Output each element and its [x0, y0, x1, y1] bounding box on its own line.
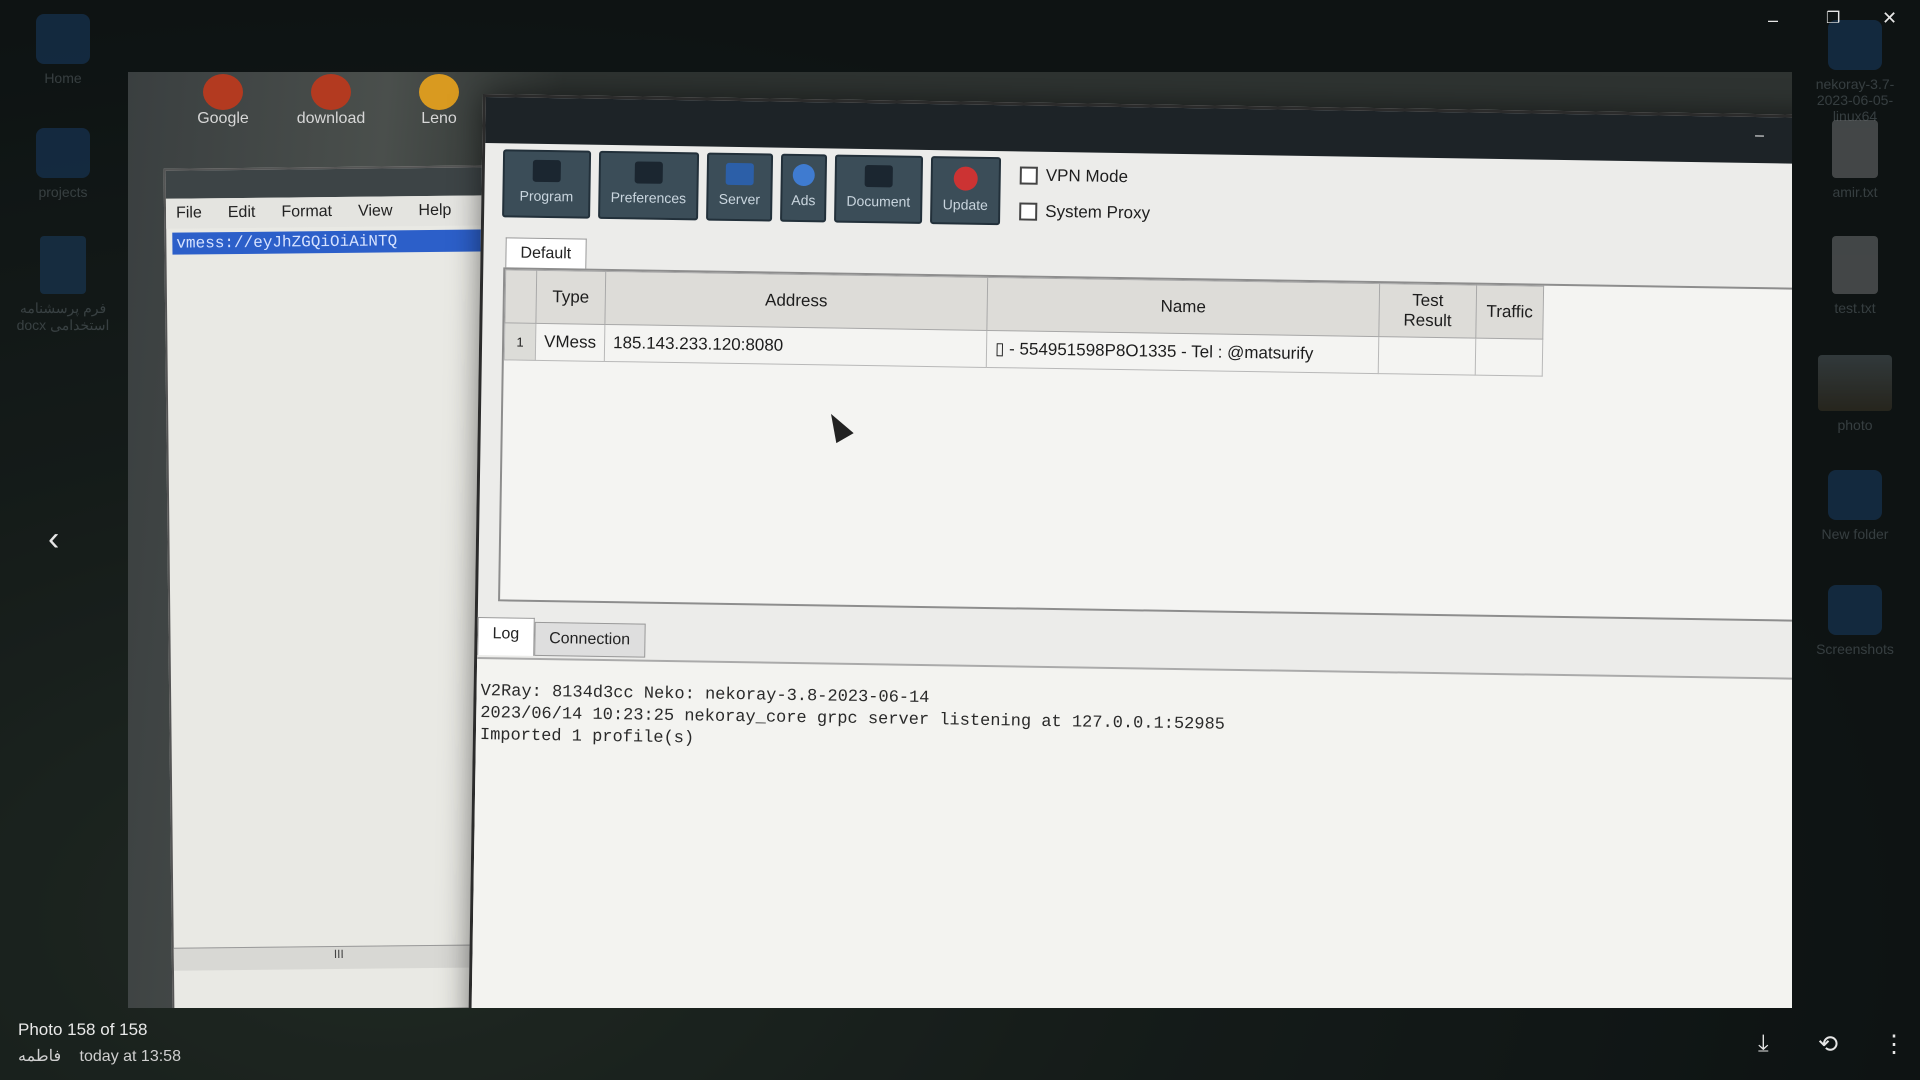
menu-format: Format — [281, 203, 333, 221]
photo-date: today at 13:58 — [79, 1048, 181, 1065]
notepad-selected-text: vmess://eyJhZGQiOiAiNTQ — [172, 229, 491, 255]
column-traffic: Traffic — [1475, 285, 1544, 340]
program-button: Program — [502, 149, 592, 219]
update-icon — [953, 166, 978, 191]
column-test-result: Test Result — [1378, 283, 1477, 339]
system-proxy-checkbox: System Proxy — [1019, 201, 1150, 223]
notepad-menubar: File Edit Format View Help — [165, 195, 497, 229]
previous-photo-icon[interactable]: ‹ — [48, 520, 59, 559]
cell-address: 185.143.233.120:8080 — [604, 324, 987, 368]
photo-caption: Photo 158 of 158 فاطمه today at 13:58 — [18, 1020, 195, 1066]
photo-image: Google download Leno File Edit Format Vi… — [128, 72, 1792, 1008]
google-icon: Google — [188, 74, 258, 128]
column-type: Type — [535, 270, 606, 325]
more-options-icon[interactable]: ⋮ — [1882, 1030, 1906, 1059]
ads-button: Ads — [780, 153, 828, 223]
menu-file: File — [175, 204, 202, 222]
checkbox-icon — [1019, 202, 1038, 221]
minimize-icon: – — [1754, 126, 1765, 145]
nekoray-window: – □ ✕ Program Preferences Server Ads Doc… — [468, 94, 1792, 1008]
log-output: V2Ray: 8134d3cc Neko: nekoray-3.8-2023-0… — [471, 656, 1792, 1008]
minimize-icon[interactable]: – — [1768, 10, 1778, 31]
menu-view: View — [357, 202, 393, 220]
tab-connection: Connection — [533, 621, 646, 658]
server-table: Type Address Name Test Result Traffic 1 … — [498, 267, 1792, 623]
cell-name: ▯ - 554951598P8O1335 - Tel : @matsurify — [986, 330, 1379, 374]
vpn-mode-checkbox: VPN Mode — [1019, 165, 1151, 187]
notepad-window: File Edit Format View Help vmess://eyJhZ… — [163, 165, 507, 1008]
column-address: Address — [604, 271, 988, 331]
photo-meta: فاطمه today at 13:58 — [18, 1046, 195, 1066]
document-button: Document — [834, 154, 924, 224]
tab-default: Default — [505, 237, 587, 270]
download-icon[interactable]: ⤓ — [1758, 1030, 1769, 1058]
server-icon — [725, 162, 754, 186]
preferences-button: Preferences — [598, 150, 700, 221]
nekoray-toolbar: Program Preferences Server Ads Document … — [502, 149, 1002, 226]
checkbox-icon — [1019, 166, 1038, 185]
notepad-scrollbar: III — [173, 944, 504, 971]
restore-icon[interactable]: ❐ — [1826, 8, 1840, 28]
maximize-icon: □ — [1783, 127, 1792, 149]
mode-checkboxes: VPN Mode System Proxy — [1019, 165, 1151, 239]
column-name: Name — [986, 277, 1380, 337]
rotate-icon[interactable]: ⟲ — [1818, 1030, 1838, 1059]
menu-edit: Edit — [227, 203, 256, 222]
chat-icon — [864, 165, 893, 188]
download-icon: download — [296, 74, 366, 128]
cell-traffic — [1475, 338, 1543, 377]
update-button: Update — [930, 156, 1002, 226]
gear-icon — [634, 161, 663, 184]
server-button: Server — [706, 152, 774, 222]
photo-author: فاطمه — [18, 1048, 62, 1065]
tab-log: Log — [477, 616, 535, 656]
close-icon[interactable]: ✕ — [1882, 8, 1897, 29]
photo-counter: Photo 158 of 158 — [18, 1020, 148, 1039]
notepad-titlebar — [165, 167, 496, 199]
leno-icon: Leno — [404, 74, 474, 128]
row-number: 1 — [504, 322, 536, 361]
globe-icon — [792, 163, 815, 187]
cell-type: VMess — [535, 323, 605, 362]
photo-desktop-icons: Google download Leno — [188, 74, 474, 128]
play-icon — [532, 159, 561, 183]
cell-test-result — [1378, 336, 1476, 376]
log-tabbar: Log Connection — [477, 616, 646, 658]
menu-help: Help — [418, 201, 452, 220]
